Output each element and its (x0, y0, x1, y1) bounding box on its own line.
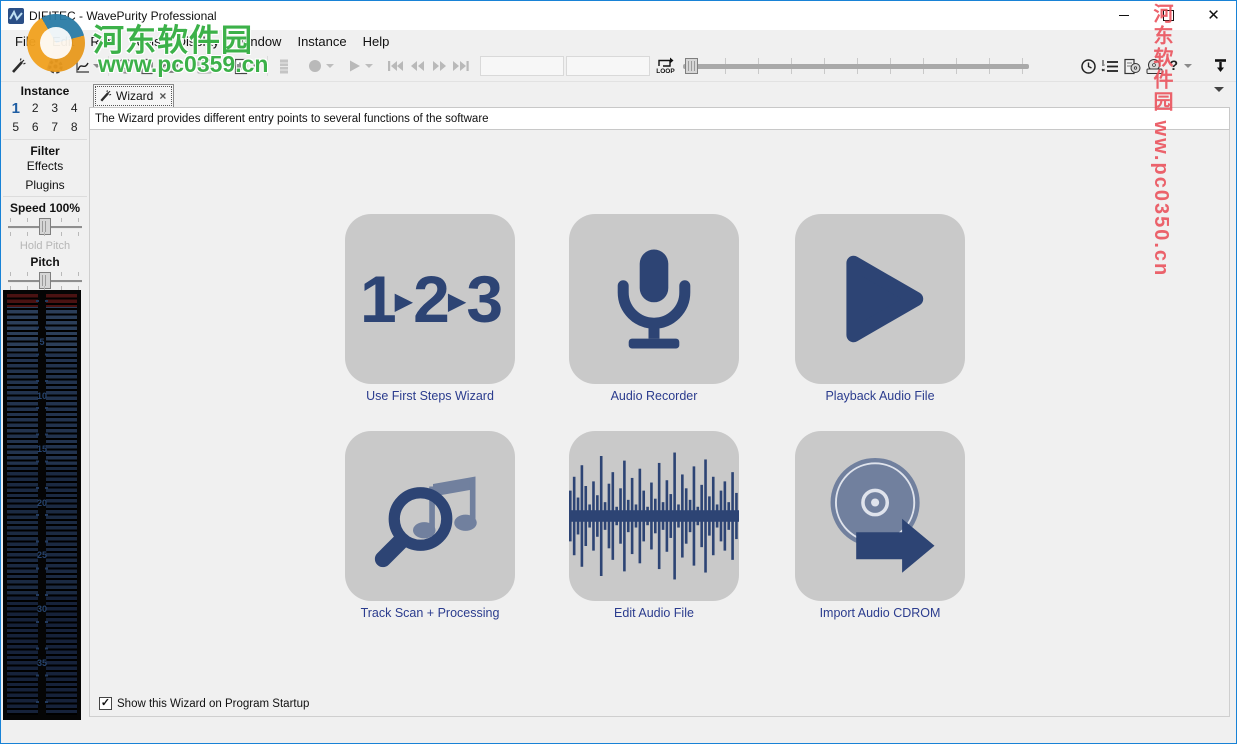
tile-label: Audio Recorder (569, 389, 739, 403)
sidebar-panels: Instance 1 2 3 4 5 6 7 8 Filter Effects … (1, 82, 89, 290)
magic-wand-icon[interactable] (8, 56, 28, 76)
level-meter-icon[interactable] (274, 56, 294, 76)
meter-scale-25: 25 (3, 550, 81, 560)
instance-title: Instance (1, 84, 89, 98)
track-list-icon[interactable] (1100, 56, 1120, 76)
position-slider[interactable] (683, 54, 1029, 78)
tab-wizard[interactable]: Wizard × (93, 84, 174, 108)
record-dropdown[interactable] (326, 64, 334, 68)
help-dropdown[interactable] (1184, 64, 1192, 68)
tile-label: Playback Audio File (795, 389, 965, 403)
position-field[interactable] (480, 56, 564, 76)
sidebar-divider (3, 196, 87, 197)
pitch-slider[interactable] (6, 270, 84, 290)
wizard-content: 1 ▶ 2 ▶ 3 Use First Steps Wizard Audio R… (89, 130, 1230, 717)
sidebar-divider (3, 139, 87, 140)
slider-track[interactable] (683, 64, 1029, 69)
tile-edit-audio-file[interactable] (569, 431, 739, 601)
tile-track-scan-processing[interactable] (345, 431, 515, 601)
minimize-button[interactable] (1101, 1, 1146, 30)
skip-start-icon[interactable] (385, 56, 405, 76)
fast-forward-icon[interactable] (429, 56, 449, 76)
speed-label: Speed 100% (1, 201, 89, 215)
startup-checkbox[interactable]: ✓ (99, 697, 112, 710)
tile-label: Track Scan + Processing (345, 606, 515, 620)
tab-label: Wizard (116, 89, 153, 103)
menu-instance[interactable]: Instance (289, 30, 354, 53)
watermark-vertical-text: 河东软件园 ww.pc0350.cn (1147, 3, 1176, 349)
one-two-three-icon: 1 ▶ 2 ▶ 3 (360, 266, 500, 332)
play-icon[interactable] (344, 56, 364, 76)
play-dropdown[interactable] (365, 64, 373, 68)
close-button[interactable]: ✕ (1191, 1, 1236, 30)
pin-toolbar-icon[interactable] (1210, 56, 1230, 76)
menu-help[interactable]: Help (355, 30, 398, 53)
instance-grid: 1 2 3 4 5 6 7 8 (6, 101, 84, 135)
tile-audio-recorder[interactable] (569, 214, 739, 384)
wand-icon (99, 90, 112, 103)
instance-5[interactable]: 5 (6, 120, 26, 135)
record-icon[interactable] (305, 56, 325, 76)
filter-title: Filter (1, 144, 89, 158)
minimize-icon (1119, 15, 1129, 16)
vu-meter-scale: 5 10 15 20 25 30 35 (3, 290, 81, 720)
instance-4[interactable]: 4 (65, 101, 85, 116)
history-clock-icon[interactable] (1078, 56, 1098, 76)
cd-database-icon[interactable] (1122, 56, 1142, 76)
rewind-icon[interactable] (407, 56, 427, 76)
instance-7[interactable]: 7 (45, 120, 65, 135)
magnifier-note-icon (368, 449, 493, 584)
pitch-label: Pitch (1, 255, 89, 269)
info-text: The Wizard provides different entry poin… (95, 113, 489, 125)
watermark-site-url: www.pc0359.cn (98, 51, 268, 78)
waveform-icon (569, 441, 739, 591)
play-triangle-icon (820, 239, 940, 359)
tab-close-icon[interactable]: × (159, 90, 166, 102)
tile-label: Import Audio CDROM (795, 606, 965, 620)
speed-slider[interactable] (6, 216, 84, 238)
meter-scale-5: 5 (3, 337, 81, 347)
instance-2[interactable]: 2 (26, 101, 46, 116)
info-bar: The Wizard provides different entry poin… (89, 107, 1230, 130)
tile-label: Use First Steps Wizard (345, 389, 515, 403)
slider-thumb[interactable] (685, 58, 698, 74)
meter-scale-30: 30 (3, 604, 81, 614)
tile-import-audio-cdrom[interactable] (795, 431, 965, 601)
startup-checkbox-label: Show this Wizard on Program Startup (117, 698, 309, 710)
instance-6[interactable]: 6 (26, 120, 46, 135)
loop-button[interactable]: LOOP (656, 57, 675, 75)
plugins-link[interactable]: Plugins (1, 178, 89, 192)
tile-playback-audio-file[interactable] (795, 214, 965, 384)
tab-bar: Wizard × (89, 82, 1230, 107)
instance-1[interactable]: 1 (6, 101, 26, 116)
skip-end-icon[interactable] (451, 56, 471, 76)
startup-checkbox-row: ✓ Show this Wizard on Program Startup (99, 697, 309, 710)
meter-scale-10: 10 (3, 391, 81, 401)
instance-3[interactable]: 3 (45, 101, 65, 116)
meter-scale-20: 20 (3, 498, 81, 508)
speed-ticks-bottom (10, 232, 80, 236)
meter-scale-35: 35 (3, 658, 81, 668)
cd-arrow-icon (813, 446, 948, 586)
length-field[interactable] (566, 56, 650, 76)
tile-label: Edit Audio File (569, 606, 739, 620)
effects-link[interactable]: Effects (1, 159, 89, 173)
microphone-icon (599, 234, 709, 364)
watermark-logo (27, 14, 85, 72)
app-icon (8, 8, 24, 24)
tile-use-first-steps-wizard[interactable]: 1 ▶ 2 ▶ 3 (345, 214, 515, 384)
app-window: DIFITEC - WavePurity Professional ✕ File… (0, 0, 1237, 744)
vu-meter: 5 10 15 20 25 30 35 (3, 290, 81, 720)
sidebar: Instance 1 2 3 4 5 6 7 8 Filter Effects … (1, 82, 89, 742)
meter-scale-15: 15 (3, 444, 81, 454)
hold-pitch-label[interactable]: Hold Pitch (1, 240, 89, 252)
close-icon: ✕ (1207, 8, 1220, 23)
instance-8[interactable]: 8 (65, 120, 85, 135)
